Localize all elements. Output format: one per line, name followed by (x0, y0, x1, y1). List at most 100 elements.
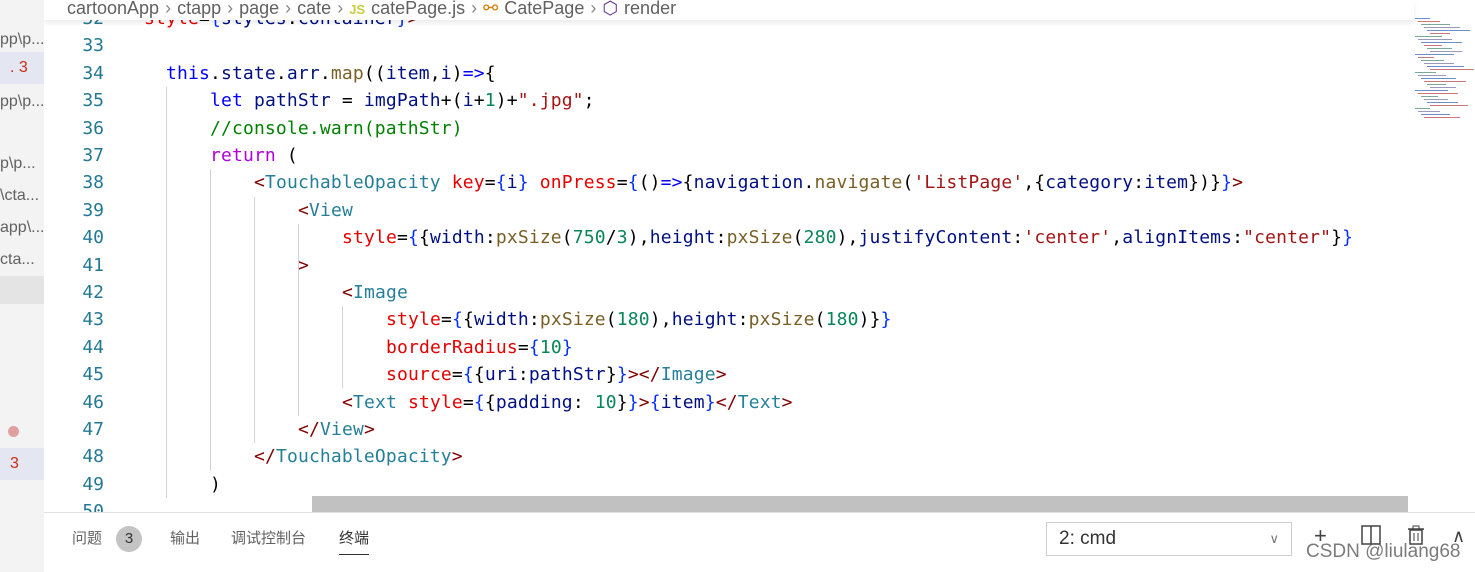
code-token: TouchableOpacity (275, 446, 452, 468)
minimap-line (1421, 114, 1450, 115)
code-token: Image (353, 281, 408, 303)
panel-tab[interactable]: 问题 (72, 527, 102, 548)
code-token: )+ (495, 90, 518, 112)
code-token: style (386, 309, 441, 331)
code-token: < (254, 172, 265, 194)
panel-tab[interactable]: 调试控制台 (231, 527, 306, 548)
code-token: } (869, 309, 881, 331)
code-token: 750 (572, 227, 606, 249)
code-text: source={{uri:pathStr}}></Image> (386, 361, 727, 388)
code-token: { (407, 227, 419, 249)
line-number: 36 (82, 117, 104, 139)
code-token: = (440, 309, 452, 331)
code-line[interactable]: 37 return ( (44, 142, 1475, 169)
breadcrumb-item[interactable]: CatePage (504, 0, 584, 18)
code-line[interactable]: 43 style={{width:pxSize(180),height:pxSiz… (44, 306, 1475, 333)
code-line[interactable]: 41 > (44, 252, 1475, 279)
code-line[interactable]: 44 borderRadius={10} (44, 334, 1475, 361)
panel-tab[interactable]: 终端 (339, 527, 370, 555)
breadcrumb-item[interactable]: render (624, 0, 676, 18)
minimap-line (1418, 57, 1434, 58)
minimap-line (1415, 72, 1436, 73)
code-token: : (715, 227, 727, 249)
code-token: Text (737, 391, 782, 413)
code-token: key (451, 172, 485, 194)
sidebar-item[interactable]: p\p... (0, 148, 44, 180)
line-number: 45 (82, 364, 104, 386)
code-token: { (484, 62, 496, 84)
breadcrumb-item[interactable]: ctapp (177, 0, 221, 18)
code-token: = (484, 172, 496, 194)
code-token: ) (451, 62, 463, 84)
sidebar-item[interactable]: cta... (0, 244, 44, 276)
code-editor[interactable]: cartoonApp › ctapp › page › cate › JS catePage.js… (44, 0, 1475, 512)
line-number: 43 (82, 309, 104, 331)
code-line[interactable]: 47 </View> (44, 416, 1475, 443)
code-token: { (682, 172, 694, 194)
sidebar-item[interactable]: . 3 (0, 52, 44, 84)
code-token: { (649, 391, 661, 413)
code-token: } (1221, 172, 1233, 194)
terminal-select[interactable]: 2: cmd ∨ (1046, 522, 1292, 556)
code-token: } (605, 364, 617, 386)
code-token: 180 (825, 309, 859, 331)
minimap-line (1424, 45, 1442, 46)
sidebar-selected-row[interactable] (0, 276, 44, 304)
line-number: 40 (82, 227, 104, 249)
sidebar-item[interactable]: pp\p... (0, 86, 44, 118)
sidebar-item[interactable]: app\... (0, 212, 44, 244)
code-token: arr (286, 62, 320, 84)
code-token: 180 (616, 309, 650, 331)
minimap-line (1418, 93, 1458, 94)
minimap[interactable] (1415, 18, 1475, 128)
code-line[interactable]: 34 this.state.arr.map((item,i)=>{ (44, 60, 1475, 87)
code-line[interactable]: 36 //console.warn(pathStr) (44, 115, 1475, 142)
code-line[interactable]: 39 <View (44, 197, 1475, 224)
indent-guide (342, 306, 343, 389)
sidebar-item[interactable]: \cta... (0, 180, 44, 212)
code-token: < (342, 391, 353, 413)
code-token: / (605, 227, 617, 249)
code-token: > (451, 446, 463, 468)
code-line[interactable]: 45 source={{uri:pathStr}}></Image> (44, 361, 1475, 388)
code-line[interactable]: 46 <Text style={{padding: 10}}>{item}</Te… (44, 389, 1475, 416)
code-text: ) (210, 471, 221, 498)
line-number: 49 (82, 473, 104, 495)
code-token: ) (858, 309, 870, 331)
line-number: 46 (82, 391, 104, 413)
breadcrumb-item[interactable]: cartoonApp (67, 0, 159, 18)
code-token: } (561, 336, 573, 358)
sidebar-item[interactable]: 3 (0, 448, 44, 480)
minimap-line (1415, 18, 1430, 19)
breadcrumb-item[interactable]: cate (297, 0, 331, 18)
code-token: })} (1188, 172, 1222, 194)
code-line[interactable]: 35 let pathStr = imgPath+(i+1)+".jpg"; (44, 87, 1475, 114)
breadcrumb-item[interactable]: catePage.js (371, 0, 465, 18)
code-token: "center" (1243, 227, 1332, 249)
code-token: pxSize (495, 227, 562, 249)
code-line[interactable]: 40 style={{width:pxSize(750/3),height:pxS… (44, 224, 1475, 251)
code-line[interactable]: 42 <Image (44, 279, 1475, 306)
code-token: navigate (814, 172, 903, 194)
code-text: this.state.arr.map((item,i)=>{ (166, 60, 496, 87)
panel-tab[interactable]: 输出 (170, 527, 200, 548)
code-token: let (210, 90, 243, 112)
horizontal-scrollbar[interactable] (312, 496, 1408, 512)
code-token: { (473, 391, 485, 413)
code-token: borderRadius (386, 336, 518, 358)
code-line[interactable]: 33 (44, 32, 1475, 59)
code-token: => (462, 62, 485, 84)
code-line[interactable]: 48 </TouchableOpacity> (44, 443, 1475, 470)
code-token: 'ListPage' (913, 172, 1024, 194)
code-token: { (418, 227, 430, 249)
code-text: style={{width:pxSize(180),height:pxSize(… (386, 306, 892, 333)
breadcrumb-item[interactable]: page (239, 0, 279, 18)
code-token: 1 (484, 90, 496, 112)
code-line[interactable]: 49) (44, 471, 1475, 498)
code-line[interactable]: 38 <TouchableOpacity key={i} onPress={()=… (44, 169, 1475, 196)
code-token: ( (561, 227, 573, 249)
line-number: 47 (82, 418, 104, 440)
code-text: > (298, 252, 309, 279)
